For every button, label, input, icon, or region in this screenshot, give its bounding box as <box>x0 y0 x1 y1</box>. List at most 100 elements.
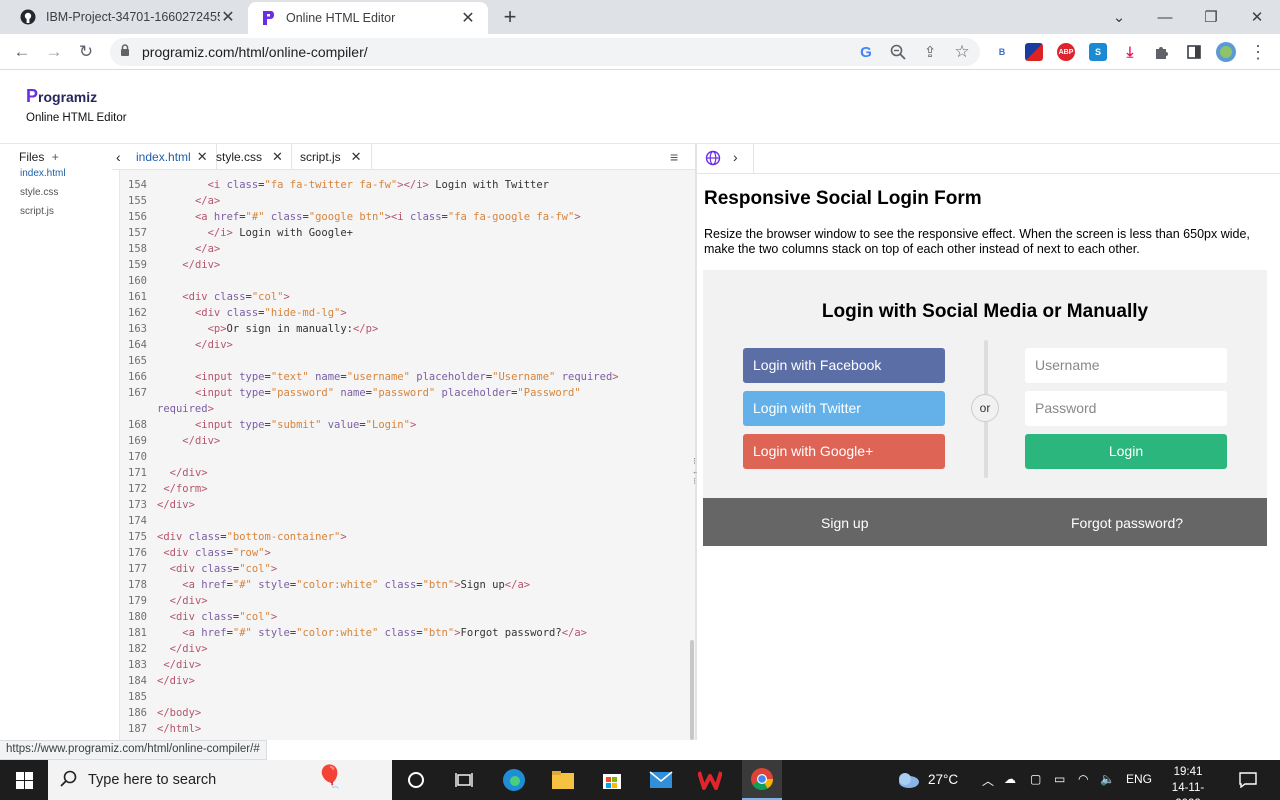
new-tab-icon[interactable]: + <box>498 4 522 30</box>
volume-icon[interactable]: 🔈 <box>1100 772 1115 786</box>
browser-tab-editor[interactable]: Online HTML Editor ✕ <box>248 2 488 34</box>
code-line[interactable]: 164 </div> <box>120 337 695 353</box>
task-view-icon[interactable] <box>450 766 478 794</box>
chrome-icon[interactable] <box>742 760 782 800</box>
editor-menu-icon[interactable]: ≡ <box>662 144 686 170</box>
close-icon[interactable]: ✕ <box>197 149 208 165</box>
code-line[interactable]: 173 </div> <box>120 497 695 513</box>
code-line[interactable]: 166 <input type="text" name="username" p… <box>120 369 695 385</box>
taskbar-search[interactable]: Type here to search 🎈 <box>48 760 392 800</box>
code-line[interactable]: 184 </div> <box>120 673 695 689</box>
tab-script-js[interactable]: script.js ✕ <box>292 144 372 170</box>
file-item-script[interactable]: script.js <box>20 206 54 217</box>
chevron-right-icon[interactable]: › <box>733 149 738 165</box>
code-line[interactable]: 170 <box>120 449 695 465</box>
programiz-logo[interactable]: Programiz <box>26 86 97 107</box>
wps-office-icon[interactable] <box>696 766 724 794</box>
code-line[interactable]: 179 </div> <box>120 593 695 609</box>
login-google-button[interactable]: Login with Google+ <box>743 434 945 469</box>
windows-start-icon[interactable] <box>10 766 38 794</box>
code-line[interactable]: 160 <box>120 273 695 289</box>
adblock-plus-icon[interactable]: ABP <box>1057 43 1075 61</box>
close-window-icon[interactable]: ✕ <box>1234 0 1280 34</box>
browser-tab-github[interactable]: IBM-Project-34701-1660272455/ ✕ <box>8 0 248 34</box>
notification-icon[interactable] <box>1234 766 1262 794</box>
code-line[interactable]: 185 <box>120 689 695 705</box>
extension-flag-icon[interactable] <box>1025 43 1043 61</box>
close-icon[interactable]: ✕ <box>351 149 362 165</box>
code-line[interactable]: 187 </html> <box>120 721 695 737</box>
code-line[interactable]: 182 </div> <box>120 641 695 657</box>
cortana-icon[interactable] <box>402 766 430 794</box>
login-submit-button[interactable]: Login <box>1025 434 1227 469</box>
wifi-icon[interactable]: ◠ <box>1078 772 1088 786</box>
side-panel-icon[interactable] <box>1182 40 1206 64</box>
google-icon[interactable]: G <box>854 40 878 64</box>
show-hidden-icons-icon[interactable]: ︿ <box>982 772 994 789</box>
code-line[interactable]: 183 </div> <box>120 657 695 673</box>
restore-icon[interactable]: ❐ <box>1188 0 1234 34</box>
code-line[interactable]: required> <box>120 401 695 417</box>
close-tab-icon[interactable]: ✕ <box>460 8 476 28</box>
file-item-style[interactable]: style.css <box>20 187 58 198</box>
extensions-puzzle-icon[interactable] <box>1150 40 1174 64</box>
file-explorer-icon[interactable] <box>549 766 577 794</box>
code-line[interactable]: 156 <a href="#" class="google btn"><i cl… <box>120 209 695 225</box>
code-line[interactable]: 171 </div> <box>120 465 695 481</box>
code-line[interactable]: 155 </a> <box>120 193 695 209</box>
code-line[interactable]: 162 <div class="hide-md-lg"> <box>120 305 695 321</box>
login-facebook-button[interactable]: Login with Facebook <box>743 348 945 383</box>
weather-temp[interactable]: 27°C <box>928 772 958 787</box>
address-bar[interactable]: programiz.com/html/online-compiler/ <box>110 38 980 66</box>
code-line[interactable]: 186 </body> <box>120 705 695 721</box>
language-indicator[interactable]: ENG <box>1126 772 1152 786</box>
code-line[interactable]: 177 <div class="col"> <box>120 561 695 577</box>
editor-scrollbar[interactable] <box>690 640 694 740</box>
code-line[interactable]: 165 <box>120 353 695 369</box>
zoom-icon[interactable] <box>886 40 910 64</box>
tab-search-chevron-icon[interactable]: ⌄ <box>1096 0 1142 34</box>
tab-style-css[interactable]: style.css ✕ <box>208 144 292 170</box>
code-line[interactable]: 167 <input type="password" name="passwor… <box>120 385 695 401</box>
password-input[interactable]: Password <box>1025 391 1227 426</box>
add-file-icon[interactable]: + <box>52 150 59 164</box>
login-twitter-button[interactable]: Login with Twitter <box>743 391 945 426</box>
code-line[interactable]: 181 <a href="#" style="color:white" clas… <box>120 625 695 641</box>
download-icon[interactable]: ⤓ <box>1121 43 1139 61</box>
code-line[interactable]: 176 <div class="row"> <box>120 545 695 561</box>
code-line[interactable]: 175 <div class="bottom-container"> <box>120 529 695 545</box>
code-line[interactable]: 159 </div> <box>120 257 695 273</box>
username-input[interactable]: Username <box>1025 348 1227 383</box>
bookmark-star-icon[interactable]: ☆ <box>950 40 974 64</box>
battery-icon[interactable]: ▭ <box>1054 772 1065 786</box>
reload-icon[interactable]: ↻ <box>74 40 98 64</box>
code-line[interactable]: 169 </div> <box>120 433 695 449</box>
onedrive-icon[interactable]: ☁ <box>1004 772 1016 786</box>
code-editor[interactable]: 154 <i class="fa fa-twitter fa-fw"></i> … <box>120 170 695 740</box>
code-line[interactable]: 174 <box>120 513 695 529</box>
close-icon[interactable]: ✕ <box>272 149 283 165</box>
microsoft-store-icon[interactable] <box>598 766 626 794</box>
meet-now-icon[interactable]: ▢ <box>1030 772 1041 786</box>
extension-b-icon[interactable]: B <box>993 43 1011 61</box>
code-line[interactable]: 163 <p>Or sign in manually:</p> <box>120 321 695 337</box>
code-line[interactable]: 168 <input type="submit" value="Login"> <box>120 417 695 433</box>
signup-link[interactable]: Sign up <box>821 515 868 531</box>
edge-icon[interactable] <box>500 766 528 794</box>
code-line[interactable]: 180 <div class="col"> <box>120 609 695 625</box>
tab-index-html[interactable]: index.html ✕ <box>128 144 217 170</box>
code-line[interactable]: 157 </i> Login with Google+ <box>120 225 695 241</box>
back-icon[interactable]: ← <box>10 40 34 64</box>
close-tab-icon[interactable]: ✕ <box>220 7 236 27</box>
weather-cloud-icon[interactable] <box>894 766 922 794</box>
extension-s-icon[interactable]: S <box>1089 43 1107 61</box>
code-line[interactable]: 158 </a> <box>120 241 695 257</box>
file-item-index[interactable]: index.html <box>20 168 66 179</box>
browser-menu-icon[interactable]: ⋮ <box>1246 40 1270 64</box>
code-line[interactable]: 172 </form> <box>120 481 695 497</box>
minimize-icon[interactable]: — <box>1142 0 1188 34</box>
forgot-password-link[interactable]: Forgot password? <box>1071 515 1183 531</box>
system-clock[interactable]: 19:41 14-11-2022 <box>1160 764 1216 800</box>
forward-icon[interactable]: → <box>42 40 66 64</box>
share-icon[interactable]: ⇪ <box>918 40 942 64</box>
